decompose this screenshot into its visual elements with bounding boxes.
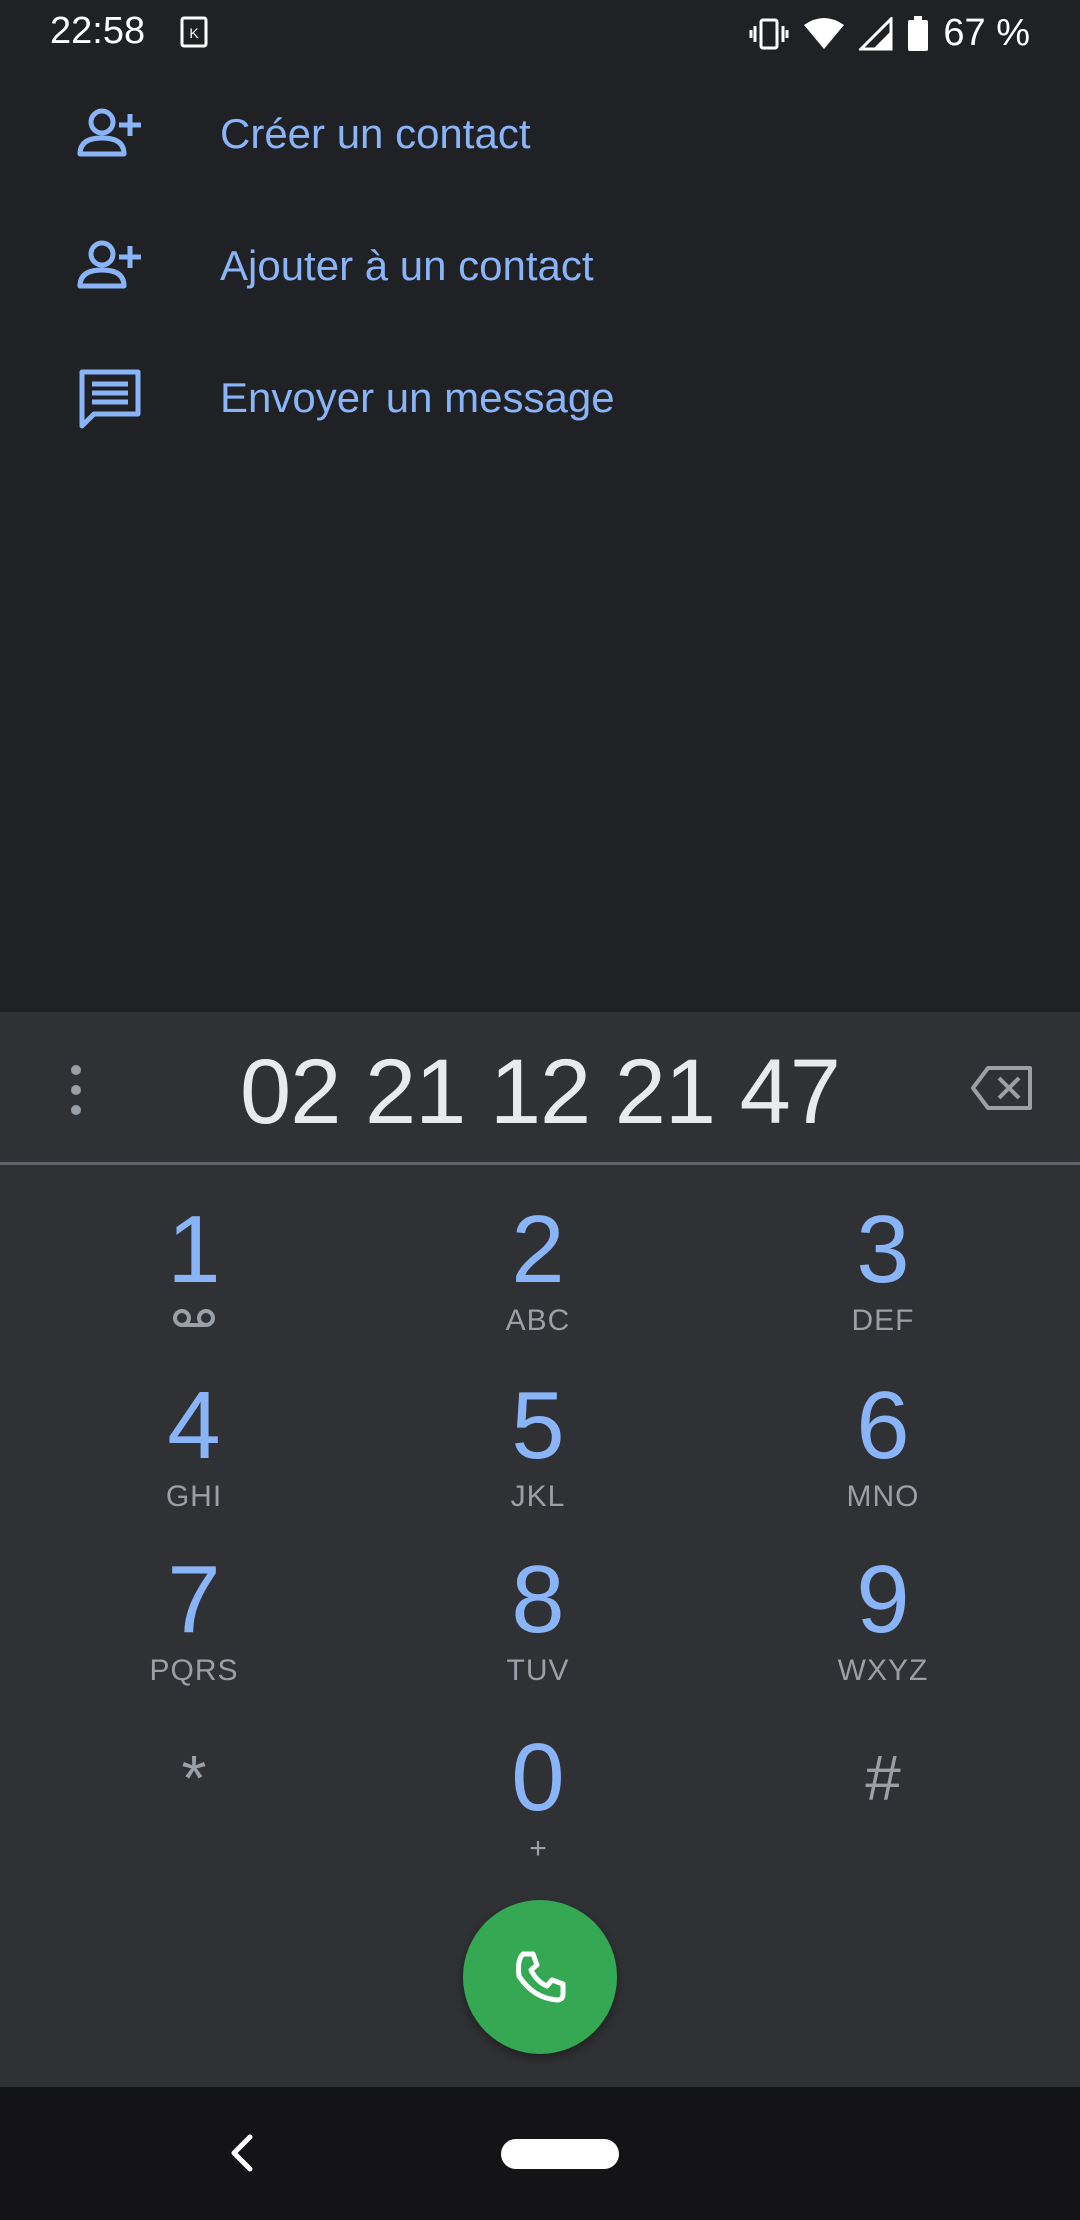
svg-text:K: K	[189, 25, 199, 41]
key-1[interactable]: 1	[94, 1202, 294, 1352]
key-hash[interactable]: #	[783, 1730, 983, 1880]
notification-k-icon: K	[180, 16, 208, 48]
send-message-label: Envoyer un message	[220, 374, 615, 421]
navigation-bar	[0, 2087, 1080, 2220]
battery-percentage: 67 %	[943, 12, 1030, 54]
add-to-contact-action[interactable]: Ajouter à un contact	[0, 200, 1080, 332]
key-star[interactable]: *	[94, 1730, 294, 1880]
dialed-number[interactable]: 02 21 12 21 47	[0, 1040, 1080, 1145]
phone-icon	[516, 1951, 566, 2003]
wifi-icon	[804, 17, 845, 49]
key-7[interactable]: 7 PQRS	[94, 1552, 294, 1702]
person-add-icon	[77, 240, 141, 289]
key-0[interactable]: 0 +	[438, 1730, 638, 1880]
key-5[interactable]: 5 JKL	[438, 1378, 638, 1528]
status-icons: 67 %	[749, 12, 1030, 55]
status-bar: 22:58 K 67 %	[0, 0, 1080, 66]
person-add-icon	[77, 108, 141, 157]
number-bar: 02 21 12 21 47	[0, 1012, 1080, 1162]
key-4[interactable]: 4 GHI	[94, 1378, 294, 1528]
create-contact-label: Créer un contact	[220, 110, 531, 157]
dialer-screen: 22:58 K 67 % Créer un contact Ajouter à …	[0, 0, 1080, 2220]
voicemail-icon	[173, 1309, 215, 1327]
key-6[interactable]: 6 MNO	[783, 1378, 983, 1528]
home-pill[interactable]	[501, 2139, 619, 2169]
add-to-contact-label: Ajouter à un contact	[220, 242, 594, 289]
key-8[interactable]: 8 TUV	[438, 1552, 638, 1702]
signal-icon	[859, 16, 893, 50]
key-9[interactable]: 9 WXYZ	[783, 1552, 983, 1702]
number-divider	[0, 1162, 1080, 1165]
back-icon[interactable]	[226, 2133, 256, 2173]
key-2[interactable]: 2 ABC	[438, 1202, 638, 1352]
battery-icon	[908, 15, 929, 51]
send-message-action[interactable]: Envoyer un message	[0, 332, 1080, 464]
call-button[interactable]	[463, 1900, 617, 2054]
create-contact-action[interactable]: Créer un contact	[0, 68, 1080, 200]
message-icon	[79, 369, 141, 429]
key-3[interactable]: 3 DEF	[783, 1202, 983, 1352]
status-time: 22:58	[50, 10, 146, 52]
backspace-icon[interactable]	[970, 1064, 1034, 1112]
vibrate-icon	[749, 18, 789, 49]
